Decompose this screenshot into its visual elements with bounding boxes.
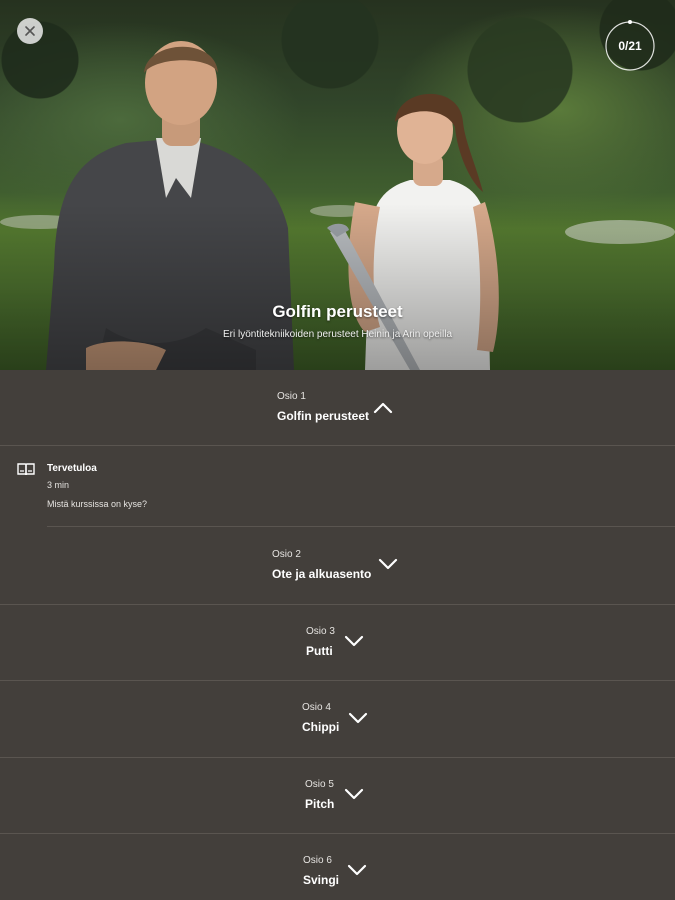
section-number: Osio 2 [272,549,301,560]
section-label: Osio 5 Pitch [305,779,334,811]
section-number: Osio 3 [306,626,335,637]
close-icon [25,26,35,36]
section-2-header[interactable]: Osio 2 Ote ja alkuasento [0,527,675,605]
close-button[interactable] [17,18,43,44]
section-number: Osio 1 [277,391,306,402]
section-number: Osio 5 [305,779,334,790]
section-3-header[interactable]: Osio 3 Putti [0,605,675,681]
section-label: Osio 3 Putti [306,626,335,658]
course-title: Golfin perusteet [272,302,403,321]
course-subtitle: Eri lyöntitekniikoiden perusteet Heinin … [222,329,453,340]
section-1-header[interactable]: Osio 1 Golfin perusteet [0,370,675,446]
section-6-header[interactable]: Osio 6 Svingi [0,834,675,900]
chevron-down-icon [378,558,398,570]
chevron-down-icon [344,635,364,647]
section-name: Pitch [305,797,335,811]
chevron-down-icon [348,712,368,724]
section-name: Ote ja alkuasento [272,567,372,581]
section-label: Osio 2 Ote ja alkuasento [272,549,371,581]
lesson-duration: 3 min [47,480,70,490]
lesson-item[interactable] [0,446,675,527]
section-name: Golfin perusteet [277,409,370,423]
chevron-up-icon [373,402,393,414]
section-label: Osio 6 Svingi [303,855,339,887]
section-label: Osio 4 Chippi [302,702,339,734]
section-name: Putti [306,644,333,658]
section-number: Osio 4 [302,702,331,713]
lesson-description: Mistä kurssissa on kyse? [47,499,148,509]
section-5-header[interactable]: Osio 5 Pitch [0,758,675,834]
progress-counter: 0/21 [618,39,642,53]
chevron-down-icon [347,864,367,876]
section-label: Osio 1 Golfin perusteet [277,391,369,423]
book-icon [17,463,35,476]
lesson-title: Tervetuloa [47,463,97,474]
section-number: Osio 6 [303,855,332,866]
chevron-down-icon [344,788,364,800]
section-name: Svingi [303,873,340,887]
section-name: Chippi [302,720,340,734]
section-4-header[interactable]: Osio 4 Chippi [0,681,675,758]
